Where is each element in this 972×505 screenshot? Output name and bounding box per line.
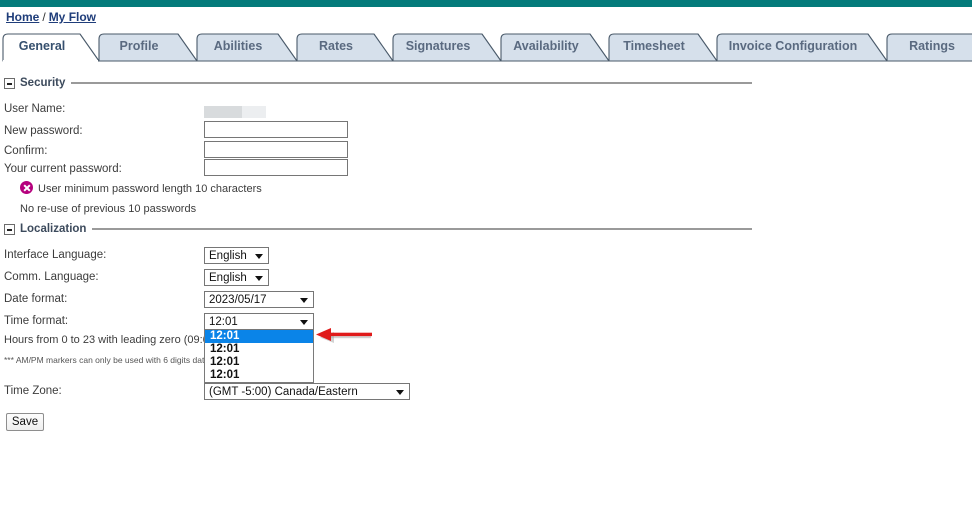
tab-label: Rates xyxy=(318,39,354,53)
label-new-password: New password: xyxy=(4,125,83,137)
breadcrumb-separator: / xyxy=(42,10,46,24)
chevron-down-icon-comm-language xyxy=(255,275,263,281)
red-left-arrow-annotation xyxy=(316,328,372,343)
label-interface-language: Interface Language: xyxy=(4,249,107,261)
label-time-zone: Time Zone: xyxy=(4,385,62,397)
tab-rates[interactable]: Rates xyxy=(296,33,394,62)
time-format-dropdown-list[interactable]: 12:01 12:01 12:01 12:01 xyxy=(204,330,314,383)
tab-bar: General Profile Abilities Rates Signatures Av… xyxy=(0,33,972,62)
tab-label: Timesheet xyxy=(623,39,685,53)
section-title-localization: Localization xyxy=(20,223,87,235)
tab-label: Signatures xyxy=(405,39,471,53)
tab-label: Abilities xyxy=(213,39,263,53)
chevron-down-icon-date-format xyxy=(300,297,308,303)
breadcrumb-link-my-flow[interactable]: My Flow xyxy=(49,10,96,24)
tab-label: Availability xyxy=(513,39,579,53)
tab-abilities[interactable]: Abilities xyxy=(196,33,298,62)
dropdown-option-selected[interactable]: 12:01 xyxy=(205,330,313,343)
date-format-value: 2023/05/17 xyxy=(209,293,267,306)
tab-general[interactable]: General xyxy=(2,33,100,62)
top-accent-bar xyxy=(0,0,972,7)
label-current-password: Your current password: xyxy=(4,163,122,175)
chevron-down-icon-interface-language xyxy=(255,253,263,259)
date-format-select[interactable]: 2023/05/17 xyxy=(204,291,314,308)
section-title-security: Security xyxy=(20,77,66,89)
label-comm-language: Comm. Language: xyxy=(4,271,99,283)
tab-label: Profile xyxy=(119,39,159,53)
label-confirm-password: Confirm: xyxy=(4,145,48,157)
tab-label: General xyxy=(18,39,66,53)
section-header-localization[interactable]: Localization xyxy=(4,222,752,236)
interface-language-value: English xyxy=(209,249,247,262)
ampm-note: *** AM/PM markers can only be used with … xyxy=(4,355,210,365)
tab-availability[interactable]: Availability xyxy=(500,33,610,62)
interface-language-select[interactable]: English xyxy=(204,247,269,264)
tab-profile[interactable]: Profile xyxy=(98,33,198,62)
dropdown-option[interactable]: 12:01 xyxy=(205,356,313,369)
label-user-name: User Name: xyxy=(4,103,66,115)
time-format-select[interactable]: 12:01 xyxy=(204,313,314,330)
current-password-input[interactable] xyxy=(204,159,348,176)
chevron-down-icon-time-zone xyxy=(396,389,404,395)
tab-label: Invoice Configuration xyxy=(728,39,858,53)
section-divider-security xyxy=(71,82,752,84)
chevron-down-icon-time-format xyxy=(300,319,308,325)
label-date-format: Date format: xyxy=(4,293,68,305)
section-header-security[interactable]: Security xyxy=(4,76,752,90)
collapse-minus-icon-security[interactable] xyxy=(4,77,15,89)
comm-language-value: English xyxy=(209,271,247,284)
dropdown-option[interactable]: 12:01 xyxy=(205,343,313,356)
save-button[interactable]: Save xyxy=(6,413,44,431)
comm-language-select[interactable]: English xyxy=(204,269,269,286)
error-cross-icon xyxy=(20,181,33,194)
time-zone-select[interactable]: (GMT -5:00) Canada/Eastern xyxy=(204,383,410,400)
user-name-value-redacted xyxy=(204,106,266,118)
tab-timesheet[interactable]: Timesheet xyxy=(608,33,718,62)
collapse-minus-icon-localization[interactable] xyxy=(4,223,15,235)
confirm-password-input[interactable] xyxy=(204,141,348,158)
time-zone-value: (GMT -5:00) Canada/Eastern xyxy=(209,385,358,398)
label-time-format: Time format: xyxy=(4,315,69,327)
tab-invoice-configuration[interactable]: Invoice Configuration xyxy=(716,33,888,62)
tab-label: Ratings xyxy=(909,39,955,53)
dropdown-option[interactable]: 12:01 xyxy=(205,369,313,382)
password-rule-min-length: User minimum password length 10 characte… xyxy=(38,183,262,195)
section-divider-localization xyxy=(92,228,752,230)
tab-ratings[interactable]: Ratings xyxy=(886,33,972,62)
new-password-input[interactable] xyxy=(204,121,348,138)
time-format-value: 12:01 xyxy=(209,315,238,328)
password-rule-no-reuse: No re-use of previous 10 passwords xyxy=(20,203,197,215)
breadcrumb-link-home[interactable]: Home xyxy=(6,10,39,24)
breadcrumb: Home / My Flow xyxy=(6,10,96,24)
time-format-hint: Hours from 0 to 23 with leading zero (09… xyxy=(4,334,219,346)
tab-signatures[interactable]: Signatures xyxy=(392,33,502,62)
